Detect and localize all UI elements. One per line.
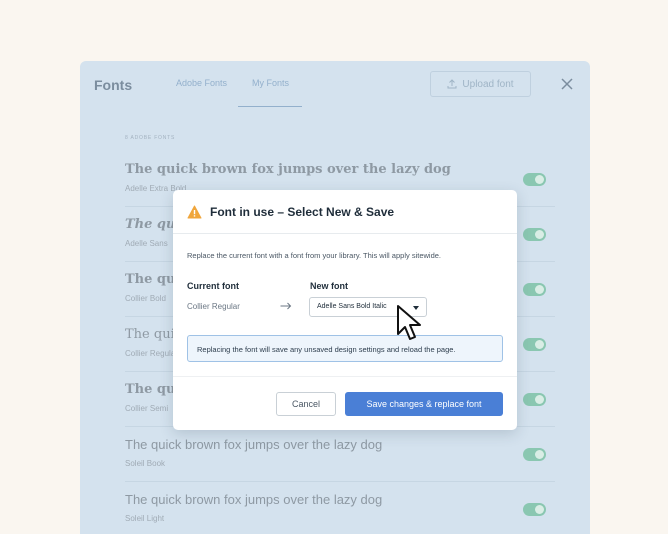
panel-title: Fonts [94, 77, 133, 93]
font-toggle[interactable] [523, 503, 546, 516]
mouse-pointer-icon [397, 305, 421, 340]
active-tab-indicator [238, 106, 302, 107]
info-text: Replacing the font will save any unsaved… [197, 345, 456, 354]
font-toggle[interactable] [523, 448, 546, 461]
font-toggle[interactable] [523, 228, 546, 241]
font-toggle[interactable] [523, 338, 546, 351]
tab-my-fonts[interactable]: My Fonts [252, 78, 289, 88]
current-font-value: Collier Regular [187, 302, 240, 311]
current-font-label: Current font [187, 281, 239, 291]
new-font-label: New font [310, 281, 348, 291]
tab-adobe-fonts[interactable]: Adobe Fonts [176, 78, 227, 88]
font-in-use-modal: Font in use – Select New & Save Replace … [173, 190, 517, 430]
warning-icon [187, 205, 202, 219]
font-sample: The quick brown fox jumps over the lazy … [125, 492, 383, 507]
upload-icon [447, 79, 457, 89]
font-sample: The quick brown fox jumps over the lazy … [125, 437, 383, 452]
divider [125, 481, 555, 482]
upload-font-button[interactable]: Upload font [430, 71, 531, 97]
modal-description: Replace the current font with a font fro… [187, 251, 441, 260]
font-toggle[interactable] [523, 283, 546, 296]
cancel-button[interactable]: Cancel [276, 392, 336, 416]
font-name: Soleil Book [125, 459, 166, 468]
save-and-replace-button[interactable]: Save changes & replace font [345, 392, 503, 416]
font-toggle[interactable] [523, 393, 546, 406]
close-icon[interactable] [560, 77, 574, 91]
font-toggle[interactable] [523, 173, 546, 186]
info-notice: Replacing the font will save any unsaved… [187, 335, 503, 362]
new-font-selected-value: Adelle Sans Bold Italic [317, 303, 387, 310]
list-item: The quick brown fox jumps over the lazy … [125, 492, 565, 534]
modal-title: Font in use – Select New & Save [210, 205, 395, 219]
font-sample: The quick brown fox jumps over the lazy … [125, 162, 451, 177]
list-item: The quick brown fox jumps over the lazy … [125, 437, 565, 492]
font-name: Soleil Light [125, 514, 165, 523]
modal-header: Font in use – Select New & Save [173, 190, 517, 234]
upload-font-label: Upload font [462, 78, 514, 90]
arrow-right-icon [280, 302, 292, 310]
divider [173, 376, 517, 377]
section-label: 8 ADOBE FONTS [125, 135, 176, 141]
